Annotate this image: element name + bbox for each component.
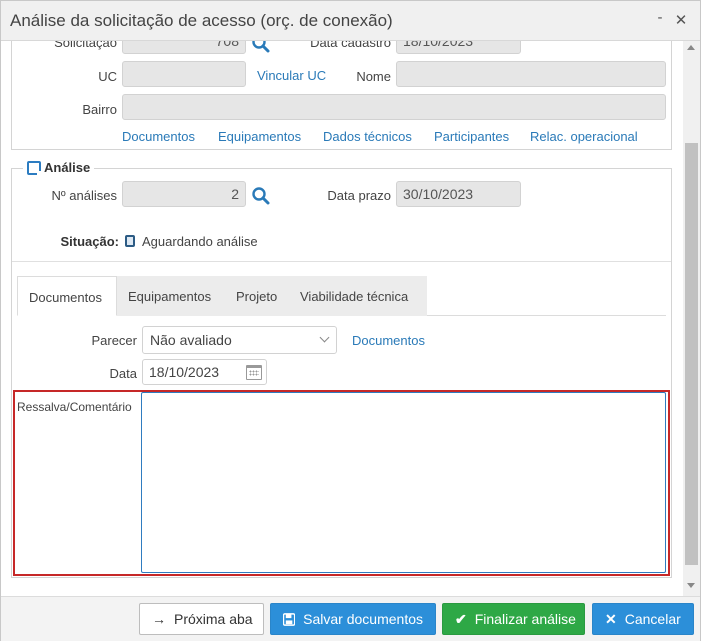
status-icon (125, 235, 135, 247)
section-divider (12, 261, 671, 262)
documentos-link[interactable]: Documentos (122, 129, 195, 144)
cancelar-button[interactable]: ✕ Cancelar (592, 603, 694, 635)
ressalva-label: Ressalva/Comentário (17, 400, 132, 414)
n-analises-label: Nº análises (51, 188, 117, 203)
dialog-title: Análise da solicitação de acesso (orç. d… (10, 11, 393, 30)
proxima-aba-button[interactable]: → Próxima aba (139, 603, 264, 635)
parecer-documentos-link[interactable]: Documentos (352, 333, 425, 348)
edit-icon (27, 160, 42, 176)
data-field-value: 18/10/2023 (149, 364, 220, 380)
data-prazo-field: 30/10/2023 (396, 181, 521, 207)
dialog-content: Solicitação 708 Data cadastro 18/10/2023… (1, 41, 683, 596)
uc-label: UC (98, 69, 117, 84)
salvar-documentos-button[interactable]: Salvar documentos (270, 603, 436, 635)
solicitacao-label: Solicitação (54, 41, 117, 50)
search-icon[interactable] (251, 41, 271, 54)
scrollbar-thumb[interactable] (685, 143, 698, 565)
uc-field[interactable] (122, 61, 246, 87)
close-icon[interactable]: ✕ (673, 11, 689, 29)
nome-label: Nome (356, 69, 391, 84)
nome-field (396, 61, 666, 87)
dados-tecnicos-link[interactable]: Dados técnicos (323, 129, 412, 144)
dialog-window: Análise da solicitação de acesso (orç. d… (0, 0, 701, 641)
tab-equipamentos[interactable]: Equipamentos (117, 276, 225, 316)
data-cadastro-field: 18/10/2023 (396, 41, 521, 54)
scroll-down-icon[interactable] (687, 583, 695, 588)
situacao-value: Aguardando análise (142, 234, 258, 249)
participantes-link[interactable]: Participantes (434, 129, 509, 144)
parecer-selected-value: Não avaliado (150, 332, 232, 348)
salvar-documentos-label: Salvar documentos (303, 611, 423, 627)
scroll-up-icon[interactable] (687, 45, 695, 50)
analysis-tabs: Documentos Equipamentos Projeto Viabilid… (17, 276, 666, 316)
title-bar: Análise da solicitação de acesso (orç. d… (1, 1, 700, 41)
data-field[interactable]: 18/10/2023 (142, 359, 267, 385)
data-prazo-label: Data prazo (327, 188, 391, 203)
bairro-label: Bairro (82, 102, 117, 117)
chevron-down-icon (319, 332, 330, 343)
cancelar-label: Cancelar (624, 611, 681, 627)
dialog-footer: → Próxima aba Salvar documentos ✔ Finali… (1, 596, 700, 641)
equipamentos-link[interactable]: Equipamentos (218, 129, 301, 144)
solicitacao-field: 708 (122, 41, 246, 54)
minimize-icon[interactable]: ‐ (652, 9, 668, 26)
calendar-icon[interactable] (246, 365, 262, 380)
save-icon (283, 612, 296, 626)
analise-legend-text: Análise (44, 160, 91, 175)
finalizar-analise-button[interactable]: ✔ Finalizar análise (442, 603, 585, 635)
tab-projeto[interactable]: Projeto (225, 276, 289, 316)
search-icon[interactable] (251, 186, 271, 206)
vincular-uc-link[interactable]: Vincular UC (257, 68, 326, 83)
data-cadastro-label: Data cadastro (310, 41, 391, 50)
ressalva-textarea[interactable] (141, 392, 666, 573)
proxima-aba-label: Próxima aba (174, 611, 253, 627)
bairro-field (122, 94, 666, 120)
n-analises-field: 2 (122, 181, 246, 207)
tab-viabilidade-tecnica[interactable]: Viabilidade técnica (289, 276, 427, 316)
situacao-label: Situação: (60, 234, 119, 249)
parecer-label: Parecer (91, 333, 137, 348)
parecer-select[interactable]: Não avaliado (142, 326, 337, 354)
arrow-right-icon: → (152, 611, 166, 627)
data-label: Data (109, 366, 137, 381)
analise-legend: Análise (23, 160, 95, 176)
finalizar-analise-label: Finalizar análise (474, 611, 576, 627)
vertical-scrollbar[interactable] (683, 41, 700, 596)
close-icon: ✕ (605, 611, 617, 627)
check-icon: ✔ (455, 611, 467, 627)
relac-operacional-link[interactable]: Relac. operacional (530, 129, 638, 144)
tab-documentos[interactable]: Documentos (17, 276, 117, 316)
